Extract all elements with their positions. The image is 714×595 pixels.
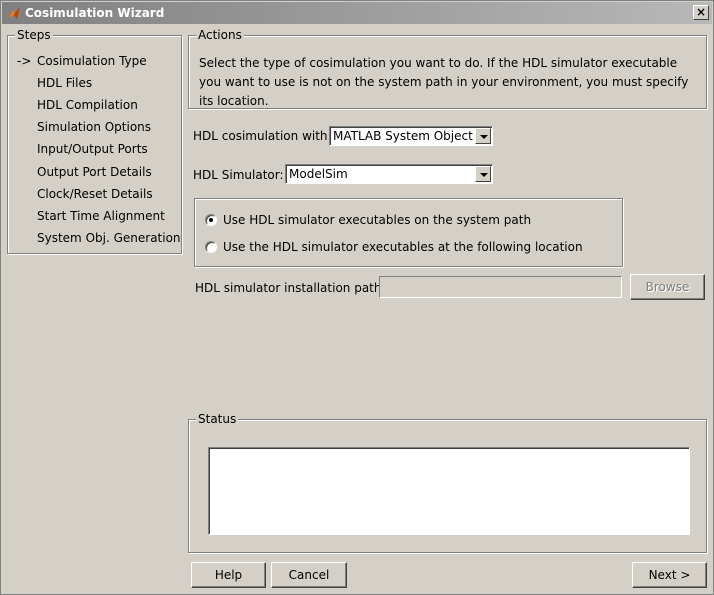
- step-simulation-options: Simulation Options: [37, 120, 152, 134]
- window-title: Cosimulation Wizard: [25, 6, 165, 20]
- browse-button[interactable]: Browse: [630, 274, 705, 300]
- matlab-logo-icon: [8, 7, 20, 19]
- step-hdl-files: HDL Files: [37, 76, 93, 90]
- status-text-area: [208, 447, 690, 535]
- title-bar: Cosimulation Wizard ×: [2, 2, 712, 24]
- wizard-window: Cosimulation Wizard × Steps -> Cosimulat…: [0, 0, 714, 595]
- cancel-button[interactable]: Cancel: [271, 562, 347, 588]
- actions-panel: Actions Select the type of cosimulation …: [188, 27, 707, 109]
- next-button[interactable]: Next >: [632, 562, 707, 588]
- hdl-simulator-value: ModelSim: [289, 167, 348, 181]
- executable-location-group: Use HDL simulator executables on the sys…: [194, 198, 623, 267]
- close-button[interactable]: ×: [693, 5, 709, 20]
- step-start-time-alignment: Start Time Alignment: [37, 209, 165, 223]
- status-panel: Status: [188, 411, 707, 553]
- steps-label: Steps: [15, 27, 53, 43]
- install-path-field[interactable]: [379, 276, 622, 298]
- cosim-type-select[interactable]: MATLAB System Object: [329, 126, 493, 146]
- radio-button[interactable]: [205, 214, 217, 226]
- chevron-down-icon[interactable]: [475, 128, 491, 144]
- cosim-type-value: MATLAB System Object: [333, 129, 473, 143]
- radio-system-path-label: Use HDL simulator executables on the sys…: [223, 213, 532, 227]
- install-path-label: HDL simulator installation path:: [195, 281, 386, 295]
- step-cosimulation-type: Cosimulation Type: [37, 54, 147, 68]
- radio-following-location-label: Use the HDL simulator executables at the…: [223, 240, 583, 254]
- hdl-simulator-label: HDL Simulator:: [193, 168, 284, 182]
- current-step-marker: ->: [17, 54, 32, 68]
- step-input-output-ports: Input/Output Ports: [37, 142, 148, 156]
- radio-button[interactable]: [205, 241, 217, 253]
- chevron-down-icon[interactable]: [475, 166, 491, 182]
- steps-panel: Steps -> Cosimulation Type HDL Files HDL…: [7, 27, 182, 254]
- close-icon: ×: [695, 5, 707, 19]
- step-system-obj-generation: System Obj. Generation: [37, 231, 181, 245]
- step-output-port-details: Output Port Details: [37, 165, 152, 179]
- cosim-type-label: HDL cosimulation with:: [193, 129, 332, 143]
- hdl-simulator-select[interactable]: ModelSim: [285, 164, 493, 184]
- help-button[interactable]: Help: [191, 562, 266, 588]
- radio-selected-dot: [209, 218, 213, 222]
- step-clock-reset-details: Clock/Reset Details: [37, 187, 153, 201]
- actions-label: Actions: [196, 27, 244, 43]
- actions-description: Select the type of cosimulation you want…: [199, 56, 689, 108]
- step-hdl-compilation: HDL Compilation: [37, 98, 138, 112]
- status-label: Status: [196, 411, 239, 427]
